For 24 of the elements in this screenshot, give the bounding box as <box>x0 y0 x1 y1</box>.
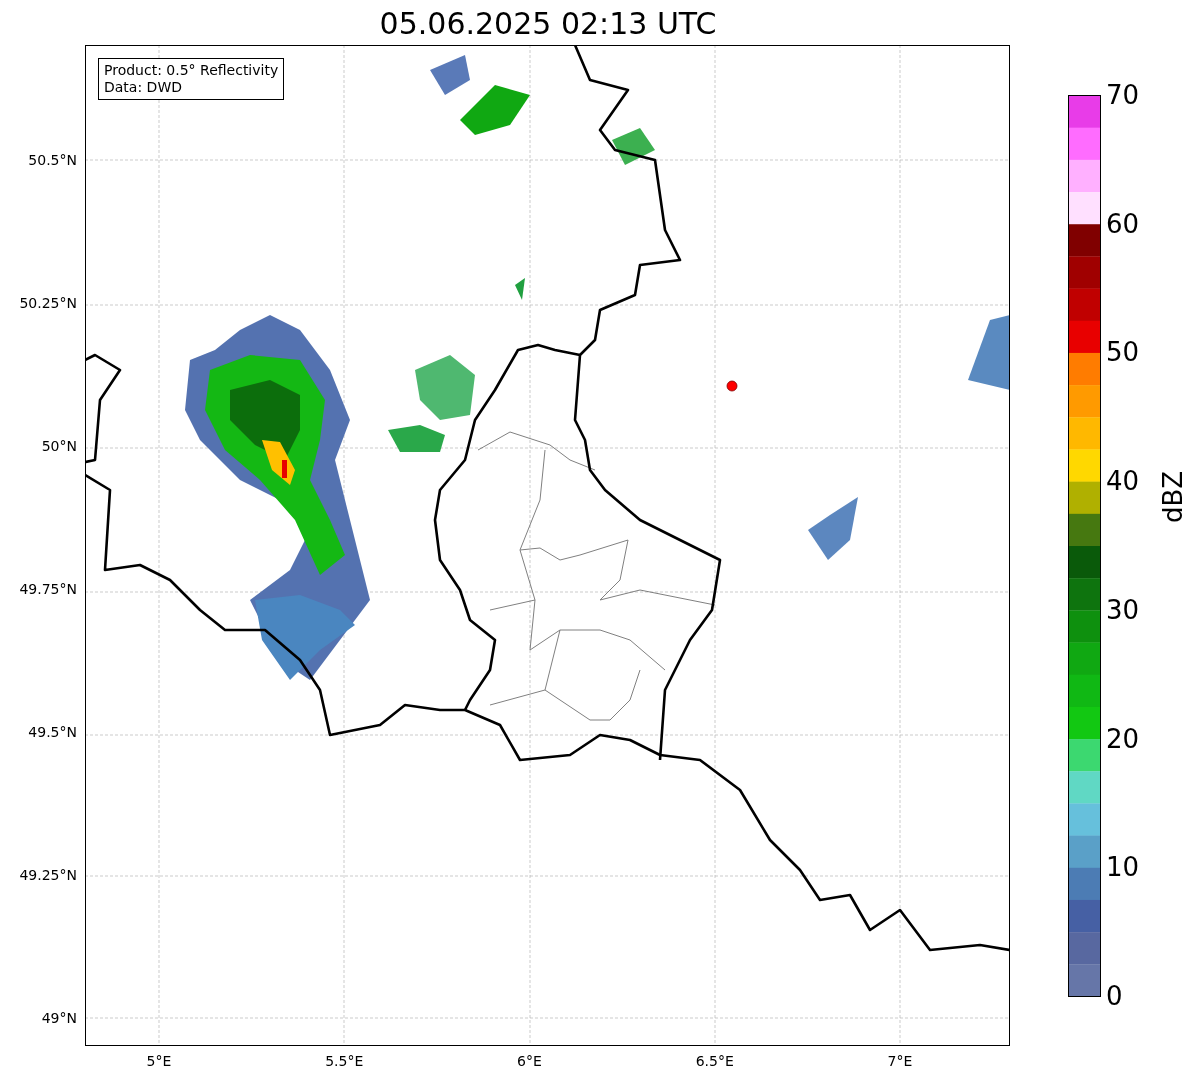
colorbar-tick-label: 40 <box>1106 468 1140 495</box>
y-tick-label: 50.5°N <box>28 153 77 167</box>
colorbar-tick-label: 30 <box>1106 596 1140 623</box>
x-tick-label: 5.5°E <box>325 1054 364 1068</box>
x-tick-label: 6.5°E <box>695 1054 734 1068</box>
y-tick-label: 49°N <box>41 1011 77 1025</box>
x-tick-label: 5°E <box>146 1054 172 1068</box>
colorbar-label: dBZ <box>1160 470 1186 523</box>
legend-text: Product: 0.5° Reflectivity <box>104 62 279 79</box>
colorbar-tick-label: 10 <box>1106 854 1140 881</box>
y-tick-label: 50°N <box>41 439 77 453</box>
chart-title: 05.06.2025 02:13 UTC <box>378 4 718 43</box>
legend-text: Data: DWD <box>104 78 183 96</box>
colorbar-tick-label: 50 <box>1106 339 1140 366</box>
y-tick-label: 49.5°N <box>28 725 77 739</box>
colorbar-tick-label: 70 <box>1106 82 1140 108</box>
y-tick-label: 50.25°N <box>19 296 77 310</box>
colorbar-tick-label: 20 <box>1106 725 1140 752</box>
y-tick-label: 49.25°N <box>19 868 77 882</box>
x-tick-label: 7°E <box>887 1054 913 1068</box>
colorbar-tick-label: 60 <box>1106 210 1140 237</box>
colorbar-tick-label: 0 <box>1106 983 1123 1009</box>
x-tick-label: 6°E <box>517 1054 542 1068</box>
y-tick-label: 49.75°N <box>19 582 77 596</box>
